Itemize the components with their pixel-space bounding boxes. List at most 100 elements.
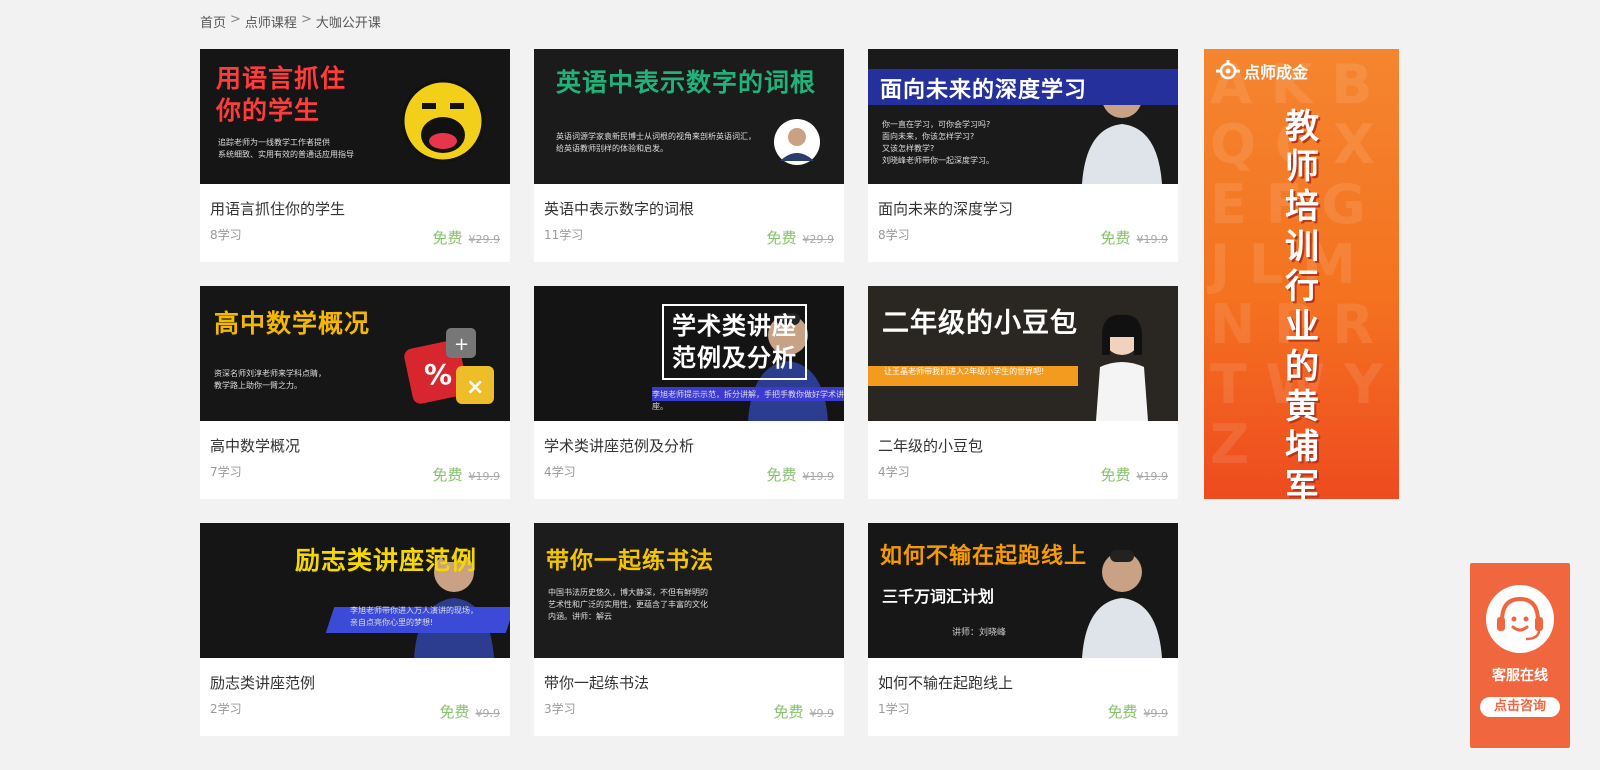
thumbnail-headline: 高中数学概况 xyxy=(214,309,371,338)
course-price: 免费 ¥19.9 xyxy=(432,464,500,485)
course-card[interactable]: 带你一起练书法 中国书法历史悠久，博大静深，不但有鲜明的 艺术性和广泛的实用性，… xyxy=(534,523,844,736)
course-info: 励志类讲座范例 2学习 免费 ¥9.9 xyxy=(200,658,510,736)
original-price: ¥9.9 xyxy=(1143,707,1169,720)
course-price: 免费 ¥29.9 xyxy=(432,227,500,248)
thumbnail-subtitle: 中国书法历史悠久，博大静深，不但有鲜明的 艺术性和广泛的实用性，更蕴含了丰富的文… xyxy=(548,588,708,621)
breadcrumb-separator: > xyxy=(230,12,241,27)
course-title[interactable]: 英语中表示数字的词根 xyxy=(544,198,834,220)
thumbnail-subtitle: 你一直在学习，可你会学习吗? 面向未来，你该怎样学习? 又该怎样教学? 刘晓峰老… xyxy=(882,120,994,165)
course-price: 免费 ¥19.9 xyxy=(1100,464,1168,485)
thumbnail-headline: 带你一起练书法 xyxy=(546,548,714,574)
ad-banner[interactable]: A K B Q C X E F G J L M N P R T W Y Z 点师… xyxy=(1204,49,1399,499)
shouting-face-illustration xyxy=(401,79,485,163)
course-thumbnail[interactable]: % × + 高中数学概况 资深名师刘淳老师来学科点睛， 教学路上助你一臂之力。 xyxy=(200,286,510,421)
thumbnail-headline: 面向未来的深度学习 xyxy=(880,78,1088,103)
ad-slogan: 教师培训行业的黄埔军校 xyxy=(1285,107,1319,499)
ad-brand: 点师成金 xyxy=(1216,59,1308,83)
course-title[interactable]: 面向未来的深度学习 xyxy=(878,198,1168,220)
svg-text:+: + xyxy=(454,334,469,355)
breadcrumb-current: 大咖公开课 xyxy=(315,16,381,31)
free-label: 免费 xyxy=(1100,229,1131,247)
course-title[interactable]: 励志类讲座范例 xyxy=(210,672,500,694)
original-price: ¥29.9 xyxy=(802,233,835,246)
svg-text:%: % xyxy=(424,358,452,391)
course-price: 免费 ¥19.9 xyxy=(766,464,834,485)
breadcrumb-courses-link[interactable]: 点师课程 xyxy=(245,12,297,31)
instructor-photo xyxy=(1082,550,1162,658)
original-price: ¥19.9 xyxy=(802,470,835,483)
course-info: 学术类讲座范例及分析 4学习 免费 ¥19.9 xyxy=(534,421,844,499)
customer-service-widget[interactable]: 客服在线 点击咨询 xyxy=(1470,563,1570,748)
free-label: 免费 xyxy=(1107,703,1138,721)
original-price: ¥9.9 xyxy=(475,707,501,720)
course-title[interactable]: 二年级的小豆包 xyxy=(878,435,1168,457)
course-info: 英语中表示数字的词根 11学习 免费 ¥29.9 xyxy=(534,184,844,262)
instructor-photo xyxy=(774,119,820,165)
course-thumbnail[interactable]: 如何不输在起跑线上 三千万词汇计划 讲师：刘晓峰 xyxy=(868,523,1178,658)
course-thumbnail[interactable]: 励志类讲座范例 李旭老师带你进入万人演讲的现场， 亲自点亮你心里的梦想! xyxy=(200,523,510,658)
course-card[interactable]: 二年级的小豆包 让王晶老师带我们进入2年级小学生的世界吧! 二年级的小豆包 4学… xyxy=(868,286,1178,499)
customer-service-label: 客服在线 xyxy=(1492,668,1548,684)
course-info: 面向未来的深度学习 8学习 免费 ¥19.9 xyxy=(868,184,1178,262)
course-card[interactable]: % × + 高中数学概况 资深名师刘淳老师来学科点睛， 教学路上助你一臂之力。 高中… xyxy=(200,286,510,499)
thumbnail-subtitle: 让王晶老师带我们进入2年级小学生的世界吧! xyxy=(884,367,1045,376)
course-price: 免费 ¥9.9 xyxy=(1107,701,1168,722)
thumbnail-headline: 二年级的小豆包 xyxy=(882,308,1078,339)
breadcrumb-separator: > xyxy=(300,12,312,27)
course-thumbnail[interactable]: 带你一起练书法 中国书法历史悠久，博大静深，不但有鲜明的 艺术性和广泛的实用性，… xyxy=(534,523,844,658)
customer-service-icon xyxy=(1486,585,1554,653)
course-card[interactable]: 学术类讲座 范例及分析 李旭老师提示示范，拆分讲解，手把手教你做好学术讲座。 学… xyxy=(534,286,844,499)
thumbnail-headline: 用语言抓住 你的学生 xyxy=(216,64,347,125)
dice-illustration: % × + xyxy=(404,328,494,404)
course-title[interactable]: 用语言抓住你的学生 xyxy=(210,198,500,220)
course-thumbnail[interactable]: 英语中表示数字的词根 英语词源学家袁新民博士从词根的视角来剖析英语词汇， 给英语… xyxy=(534,49,844,184)
free-label: 免费 xyxy=(439,703,470,721)
thumbnail-headline: 学术类讲座 范例及分析 xyxy=(662,304,807,380)
course-title[interactable]: 如何不输在起跑线上 xyxy=(878,672,1168,694)
course-title[interactable]: 高中数学概况 xyxy=(210,435,500,457)
thumbnail-subtitle: 三千万词汇计划 xyxy=(882,587,995,606)
free-label: 免费 xyxy=(1100,466,1131,484)
brand-logo-icon xyxy=(1216,60,1240,80)
course-thumbnail[interactable]: 二年级的小豆包 让王晶老师带我们进入2年级小学生的世界吧! xyxy=(868,286,1178,421)
course-price: 免费 ¥9.9 xyxy=(773,701,834,722)
course-grid: 用语言抓住 你的学生 追踪老师为一线教学工作者提供 系统细致、实用有效的普通话应… xyxy=(200,49,1178,736)
original-price: ¥19.9 xyxy=(1136,470,1169,483)
course-card[interactable]: 面向未来的深度学习 你一直在学习，可你会学习吗? 面向未来，你该怎样学习? 又该… xyxy=(868,49,1178,262)
thumbnail-headline: 如何不输在起跑线上 xyxy=(880,544,1088,569)
course-thumbnail[interactable]: 面向未来的深度学习 你一直在学习，可你会学习吗? 面向未来，你该怎样学习? 又该… xyxy=(868,49,1178,184)
course-card[interactable]: 如何不输在起跑线上 三千万词汇计划 讲师：刘晓峰 如何不输在起跑线上 1学习 免… xyxy=(868,523,1178,736)
course-info: 带你一起练书法 3学习 免费 ¥9.9 xyxy=(534,658,844,736)
course-card[interactable]: 励志类讲座范例 李旭老师带你进入万人演讲的现场， 亲自点亮你心里的梦想! 励志类… xyxy=(200,523,510,736)
svg-text:×: × xyxy=(466,375,484,400)
course-title[interactable]: 带你一起练书法 xyxy=(544,672,834,694)
original-price: ¥19.9 xyxy=(468,470,501,483)
breadcrumb: 首页 > 点师课程 > 大咖公开课 xyxy=(200,12,381,31)
original-price: ¥29.9 xyxy=(468,233,501,246)
original-price: ¥19.9 xyxy=(1136,233,1169,246)
course-card[interactable]: 用语言抓住 你的学生 追踪老师为一线教学工作者提供 系统细致、实用有效的普通话应… xyxy=(200,49,510,262)
course-info: 高中数学概况 7学习 免费 ¥19.9 xyxy=(200,421,510,499)
thumbnail-instructor: 讲师：刘晓峰 xyxy=(952,628,1007,638)
course-price: 免费 ¥9.9 xyxy=(439,701,500,722)
child-photo xyxy=(1096,314,1148,421)
free-label: 免费 xyxy=(766,229,797,247)
ad-brand-name: 点师成金 xyxy=(1244,63,1309,82)
thumbnail-headline: 英语中表示数字的词根 xyxy=(556,68,817,97)
thumbnail-subtitle: 李旭老师带你进入万人演讲的现场， 亲自点亮你心里的梦想! xyxy=(350,606,478,627)
course-thumbnail[interactable]: 用语言抓住 你的学生 追踪老师为一线教学工作者提供 系统细致、实用有效的普通话应… xyxy=(200,49,510,184)
course-thumbnail[interactable]: 学术类讲座 范例及分析 李旭老师提示示范，拆分讲解，手把手教你做好学术讲座。 xyxy=(534,286,844,421)
course-price: 免费 ¥19.9 xyxy=(1100,227,1168,248)
thumbnail-headline: 励志类讲座范例 xyxy=(295,546,478,575)
course-info: 用语言抓住你的学生 8学习 免费 ¥29.9 xyxy=(200,184,510,262)
free-label: 免费 xyxy=(766,466,797,484)
course-title[interactable]: 学术类讲座范例及分析 xyxy=(544,435,834,457)
free-label: 免费 xyxy=(432,229,463,247)
free-label: 免费 xyxy=(432,466,463,484)
course-card[interactable]: 英语中表示数字的词根 英语词源学家袁新民博士从词根的视角来剖析英语词汇， 给英语… xyxy=(534,49,844,262)
consult-button[interactable]: 点击咨询 xyxy=(1480,697,1560,717)
thumbnail-subtitle: 资深名师刘淳老师来学科点睛， 教学路上助你一臂之力。 xyxy=(214,369,326,390)
breadcrumb-home-link[interactable]: 首页 xyxy=(200,12,226,31)
course-info: 二年级的小豆包 4学习 免费 ¥19.9 xyxy=(868,421,1178,499)
course-info: 如何不输在起跑线上 1学习 免费 ¥9.9 xyxy=(868,658,1178,736)
